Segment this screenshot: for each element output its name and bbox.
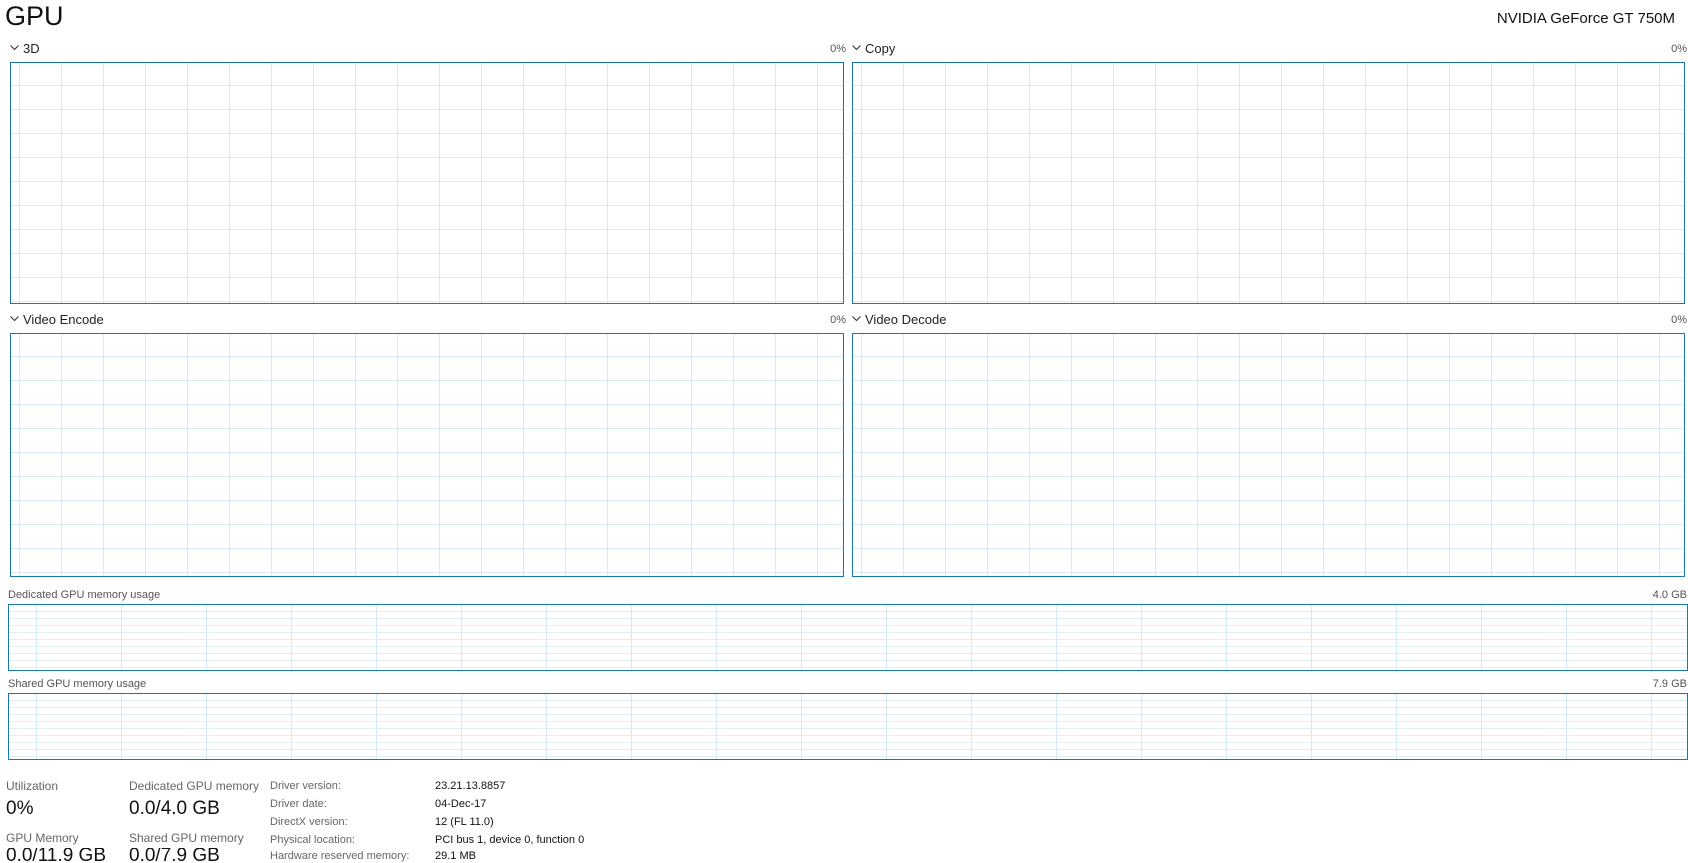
engine-percent-video-encode: 0% — [830, 314, 846, 326]
directx-version-label: DirectX version: — [270, 816, 348, 828]
engine-label-video-decode: Video Decode — [865, 312, 947, 327]
engine-percent-video-decode: 0% — [1671, 314, 1687, 326]
engine-graph-copy — [852, 62, 1685, 304]
utilization-label: Utilization — [6, 779, 59, 793]
driver-version-value: 23.21.13.8857 — [435, 780, 506, 792]
engine-percent-3d: 0% — [830, 43, 846, 55]
engine-selector-video-decode[interactable]: Video Decode — [852, 312, 946, 328]
shared-memory-graph-label: Shared GPU memory usage — [8, 678, 147, 690]
engine-percent-copy: 0% — [1671, 43, 1687, 55]
engine-label-3d: 3D — [23, 41, 40, 56]
engine-selector-copy[interactable]: Copy — [852, 41, 895, 57]
physical-location-value: PCI bus 1, device 0, function 0 — [435, 834, 585, 846]
driver-date-value: 04-Dec-17 — [435, 798, 487, 810]
shared-memory-graph — [8, 693, 1688, 760]
engine-selector-3d[interactable]: 3D — [10, 41, 40, 57]
dedicated-memory-graph-label: Dedicated GPU memory usage — [8, 589, 161, 601]
gpu-memory-value: 0.0/11.9 GB — [6, 848, 106, 863]
shared-memory-label: Shared GPU memory — [129, 831, 244, 845]
dedicated-memory-graph-max: 4.0 GB — [1652, 589, 1687, 601]
engine-label-copy: Copy — [865, 41, 896, 56]
driver-version-label: Driver version: — [270, 780, 341, 792]
hardware-reserved-memory-value: 29.1 MB — [435, 850, 476, 862]
shared-memory-value: 0.0/7.9 GB — [129, 848, 220, 863]
utilization-value: 0% — [6, 798, 34, 819]
engine-selector-video-encode[interactable]: Video Encode — [10, 312, 104, 328]
driver-date-label: Driver date: — [270, 798, 327, 810]
engine-graph-3d — [10, 62, 844, 304]
engine-graph-video-encode — [10, 333, 844, 577]
hardware-reserved-memory-label: Hardware reserved memory: — [270, 850, 410, 862]
engine-graph-video-decode — [852, 333, 1685, 577]
chevron-down-icon — [852, 41, 862, 51]
dedicated-memory-graph — [8, 604, 1688, 671]
page-title: GPU — [5, 1, 64, 31]
dedicated-memory-label: Dedicated GPU memory — [129, 779, 260, 793]
chevron-down-icon — [852, 312, 862, 322]
gpu-device-name: NVIDIA GeForce GT 750M — [1496, 10, 1675, 27]
engine-label-video-encode: Video Encode — [23, 312, 104, 327]
dedicated-memory-value: 0.0/4.0 GB — [129, 798, 220, 819]
physical-location-label: Physical location: — [270, 834, 355, 846]
shared-memory-graph-max: 7.9 GB — [1652, 678, 1687, 690]
chevron-down-icon — [10, 41, 20, 51]
directx-version-value: 12 (FL 11.0) — [435, 816, 494, 828]
chevron-down-icon — [10, 312, 20, 322]
gpu-memory-label: GPU Memory — [6, 831, 79, 845]
